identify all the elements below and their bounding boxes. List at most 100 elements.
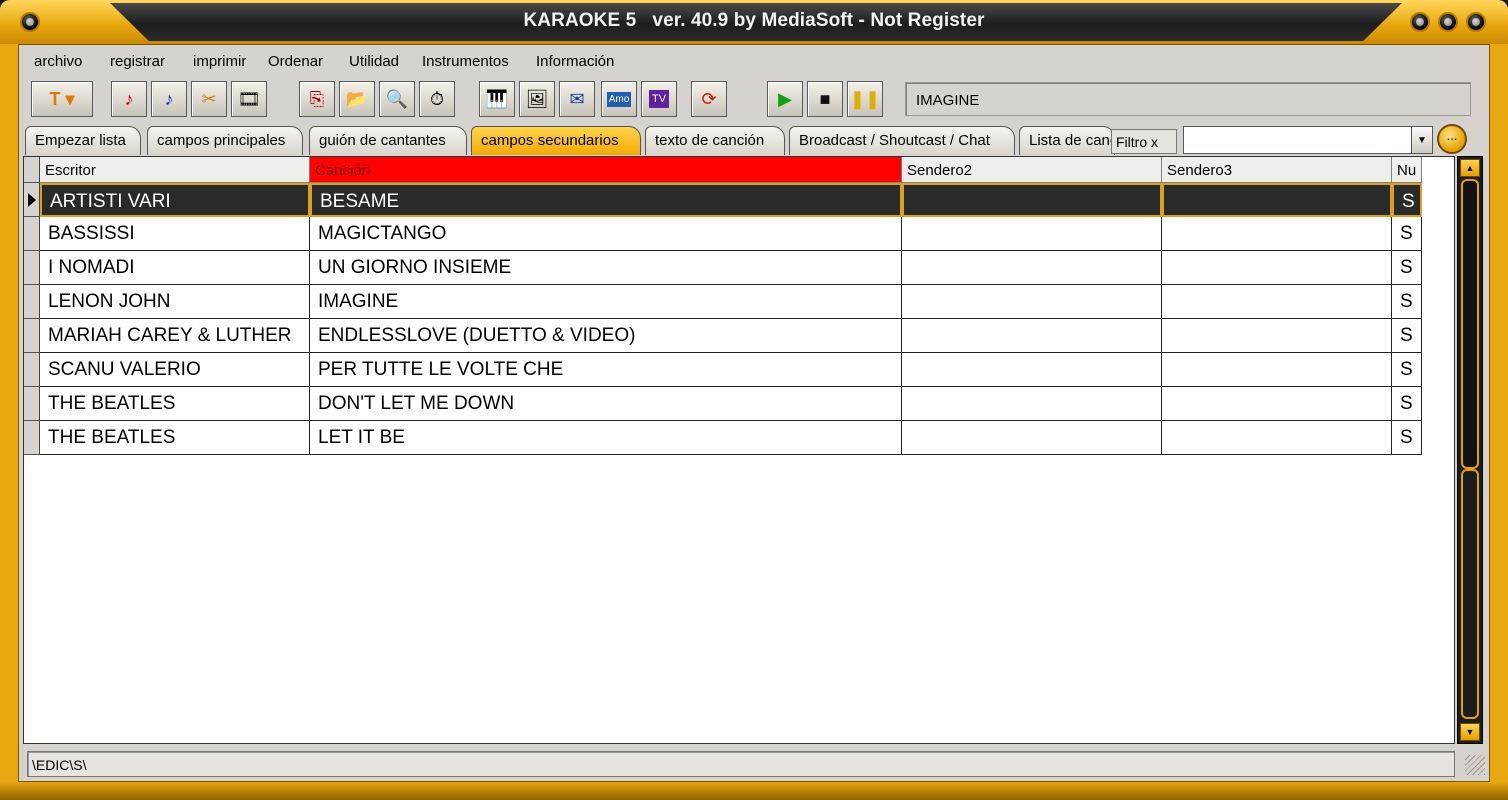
cell-cancion[interactable]: DON'T LET ME DOWN bbox=[310, 387, 902, 421]
keyboard-button[interactable]: 🎹 bbox=[479, 81, 515, 117]
cell-nu[interactable]: S bbox=[1392, 217, 1422, 251]
cell-cancion[interactable]: BESAME bbox=[310, 183, 902, 217]
column-header-escritor[interactable]: Escritor bbox=[40, 157, 310, 183]
cell-cancion[interactable]: UN GIORNO INSIEME bbox=[310, 251, 902, 285]
row-indicator[interactable] bbox=[24, 421, 40, 455]
cell-sendero2[interactable] bbox=[902, 183, 1162, 217]
row-indicator[interactable] bbox=[24, 251, 40, 285]
lyrics-button[interactable]: Amo bbox=[601, 81, 637, 117]
film-button[interactable]: 🎞 bbox=[231, 81, 267, 117]
cell-sendero2[interactable] bbox=[902, 353, 1162, 387]
row-indicator[interactable] bbox=[24, 387, 40, 421]
cell-escritor[interactable]: BASSISSI bbox=[40, 217, 310, 251]
cell-sendero2[interactable] bbox=[902, 319, 1162, 353]
resize-grip-icon[interactable] bbox=[1465, 755, 1485, 775]
cell-sendero3[interactable] bbox=[1162, 183, 1392, 217]
menu-registrar[interactable]: registrar bbox=[110, 53, 165, 70]
cell-escritor[interactable]: I NOMADI bbox=[40, 251, 310, 285]
cell-sendero2[interactable] bbox=[902, 285, 1162, 319]
tab-campos-secundarios[interactable]: campos secundarios bbox=[471, 126, 641, 155]
menu-ordenar[interactable]: Ordenar bbox=[268, 53, 323, 70]
cell-nu[interactable]: S bbox=[1392, 183, 1422, 217]
scroll-track[interactable] bbox=[1461, 469, 1479, 719]
minimize-icon[interactable] bbox=[1410, 12, 1430, 32]
refresh-button[interactable]: ⟳ bbox=[691, 81, 727, 117]
envelope-button[interactable]: ✉ bbox=[559, 81, 595, 117]
cell-nu[interactable]: S bbox=[1392, 421, 1422, 455]
cell-sendero2[interactable] bbox=[902, 217, 1162, 251]
row-indicator[interactable] bbox=[24, 183, 40, 217]
filter-input[interactable] bbox=[1183, 126, 1423, 154]
image-button[interactable]: 🖼 bbox=[519, 81, 555, 117]
tab-empezar-lista[interactable]: Empezar lista bbox=[25, 126, 141, 155]
cell-cancion[interactable]: MAGICTANGO bbox=[310, 217, 902, 251]
scroll-down-icon[interactable]: ▼ bbox=[1460, 723, 1480, 741]
timer-button[interactable]: ⏱ bbox=[419, 81, 455, 117]
cell-nu[interactable]: S bbox=[1392, 251, 1422, 285]
font-dropdown-button[interactable]: T ▾ bbox=[31, 81, 93, 117]
tab-guion-de-cantantes[interactable]: guión de cantantes bbox=[309, 126, 467, 155]
row-indicator[interactable] bbox=[24, 353, 40, 387]
cell-nu[interactable]: S bbox=[1392, 353, 1422, 387]
cell-escritor[interactable]: SCANU VALERIO bbox=[40, 353, 310, 387]
cell-cancion[interactable]: LET IT BE bbox=[310, 421, 902, 455]
cell-sendero2[interactable] bbox=[902, 387, 1162, 421]
stop-button[interactable]: ■ bbox=[807, 81, 843, 117]
row-indicator[interactable] bbox=[24, 217, 40, 251]
filter-dropdown-button[interactable]: ▼ bbox=[1411, 126, 1433, 154]
system-menu-icon[interactable] bbox=[20, 12, 40, 32]
filter-options-button[interactable]: ... bbox=[1437, 124, 1467, 154]
cell-escritor[interactable]: THE BEATLES bbox=[40, 387, 310, 421]
cell-sendero3[interactable] bbox=[1162, 319, 1392, 353]
title-bar[interactable]: KARAOKE 5 ver. 40.9 by MediaSoft - Not R… bbox=[0, 0, 1508, 44]
cell-escritor[interactable]: MARIAH CAREY & LUTHER bbox=[40, 319, 310, 353]
column-header-sendero3[interactable]: Sendero3 bbox=[1162, 157, 1392, 183]
cell-escritor[interactable]: THE BEATLES bbox=[40, 421, 310, 455]
tools-button[interactable]: ✂ bbox=[191, 81, 227, 117]
menu-imprimir[interactable]: imprimir bbox=[193, 53, 246, 70]
play-icon: ▶ bbox=[778, 88, 792, 109]
red-note-button[interactable]: ♪ bbox=[111, 81, 147, 117]
cell-nu[interactable]: S bbox=[1392, 387, 1422, 421]
cell-sendero3[interactable] bbox=[1162, 285, 1392, 319]
cell-sendero3[interactable] bbox=[1162, 217, 1392, 251]
pause-button[interactable]: ❚❚ bbox=[847, 81, 883, 117]
maximize-icon[interactable] bbox=[1438, 12, 1458, 32]
scroll-thumb[interactable] bbox=[1461, 179, 1479, 469]
tab-lista-de-canciones[interactable]: Lista de canciones bbox=[1019, 126, 1115, 155]
copy-button[interactable]: ⎘ bbox=[299, 81, 335, 117]
cell-sendero3[interactable] bbox=[1162, 421, 1392, 455]
folder-button[interactable]: 📂 bbox=[339, 81, 375, 117]
menu-utilidad[interactable]: Utilidad bbox=[349, 53, 399, 70]
tab-texto-de-cancion[interactable]: texto de canción bbox=[645, 126, 785, 155]
cell-sendero2[interactable] bbox=[902, 251, 1162, 285]
menu-informacion[interactable]: Información bbox=[536, 53, 614, 70]
cell-sendero2[interactable] bbox=[902, 421, 1162, 455]
cell-nu[interactable]: S bbox=[1392, 285, 1422, 319]
cell-sendero3[interactable] bbox=[1162, 353, 1392, 387]
scroll-up-icon[interactable]: ▲ bbox=[1460, 159, 1480, 177]
tab-campos-principales[interactable]: campos principales bbox=[147, 126, 303, 155]
cell-nu[interactable]: S bbox=[1392, 319, 1422, 353]
cell-escritor[interactable]: LENON JOHN bbox=[40, 285, 310, 319]
row-indicator[interactable] bbox=[24, 319, 40, 353]
column-header-nu[interactable]: Nu bbox=[1392, 157, 1422, 183]
vertical-scrollbar[interactable]: ▲ ▼ bbox=[1457, 156, 1483, 744]
cell-cancion[interactable]: IMAGINE bbox=[310, 285, 902, 319]
row-indicator[interactable] bbox=[24, 285, 40, 319]
cell-escritor[interactable]: ARTISTI VARI bbox=[40, 183, 310, 217]
play-button[interactable]: ▶ bbox=[767, 81, 803, 117]
cell-cancion[interactable]: ENDLESSLOVE (DUETTO & VIDEO) bbox=[310, 319, 902, 353]
cell-sendero3[interactable] bbox=[1162, 251, 1392, 285]
column-header-cancion[interactable]: Canción bbox=[310, 157, 902, 183]
menu-archivo[interactable]: archivo bbox=[34, 53, 82, 70]
cell-cancion[interactable]: PER TUTTE LE VOLTE CHE bbox=[310, 353, 902, 387]
menu-instrumentos[interactable]: Instrumentos bbox=[422, 53, 509, 70]
blue-note-button[interactable]: ♪ bbox=[151, 81, 187, 117]
search-doc-button[interactable]: 🔍 bbox=[379, 81, 415, 117]
column-header-sendero2[interactable]: Sendero2 bbox=[902, 157, 1162, 183]
tab-broadcast[interactable]: Broadcast / Shoutcast / Chat bbox=[789, 126, 1015, 155]
close-icon[interactable] bbox=[1466, 12, 1486, 32]
tv-button[interactable]: TV bbox=[641, 81, 677, 117]
cell-sendero3[interactable] bbox=[1162, 387, 1392, 421]
